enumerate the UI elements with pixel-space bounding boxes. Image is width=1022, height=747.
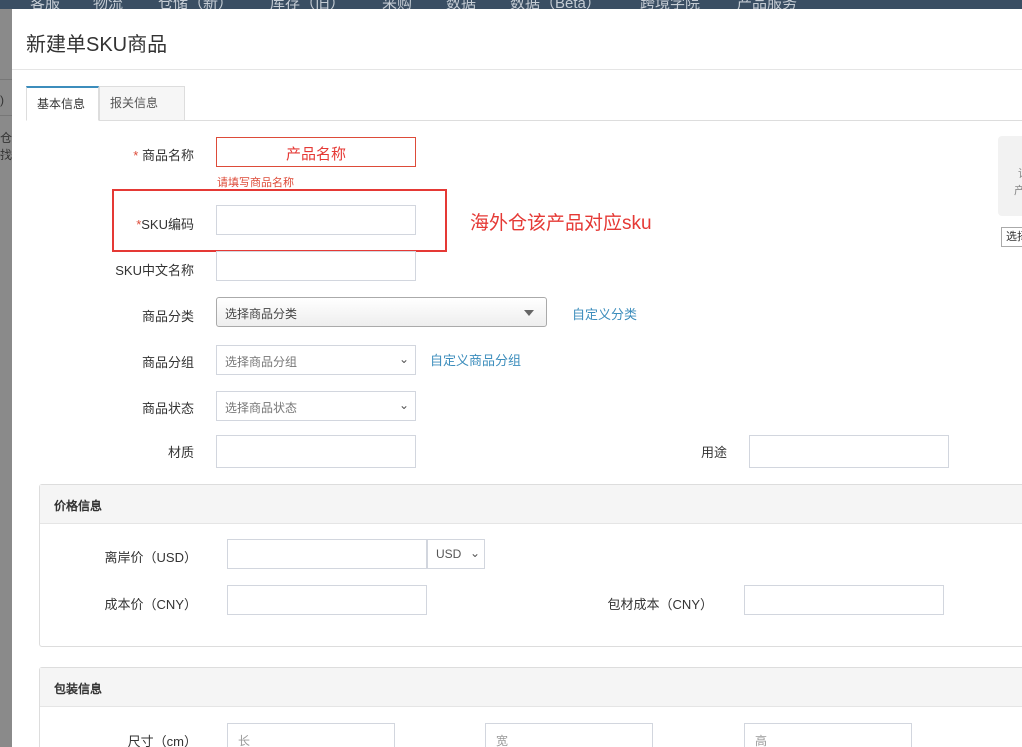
sku-cn-name-input[interactable] — [216, 251, 416, 281]
background-text-fragment: 仓找 — [0, 131, 13, 162]
currency-select[interactable]: USD ⌄ — [427, 539, 485, 569]
package-section: 包装信息 尺寸（cm） 长 宽 高 — [39, 667, 1022, 747]
offshore-price-label: 离岸价（USD） — [104, 550, 197, 565]
status-label: 商品状态 — [141, 401, 194, 416]
packing-cost-input[interactable] — [744, 585, 944, 615]
caret-down-icon — [524, 310, 534, 316]
sku-cn-name-label: SKU中文名称 — [115, 263, 194, 278]
chevron-down-icon: ⌄ — [398, 398, 409, 412]
height-input[interactable]: 高 — [744, 723, 912, 747]
custom-category-link[interactable]: 自定义分类 — [572, 304, 637, 323]
material-label: 材质 — [167, 445, 194, 460]
group-label: 商品分组 — [141, 355, 194, 370]
background-top-nav: 客服 物流 仓储（新） 库存（旧） 采购 数据 数据（Beta） 跨境学院 产品… — [0, 0, 1022, 9]
tab-basic-info[interactable]: 基本信息 — [26, 86, 99, 121]
product-name-label: * 商品名称 — [133, 148, 194, 163]
divider — [0, 115, 12, 116]
length-placeholder: 长 — [238, 734, 251, 747]
chevron-down-icon: ⌄ — [398, 352, 409, 366]
nav-item-product-service: 产品服务 — [737, 0, 798, 9]
currency-value: USD — [436, 547, 462, 561]
nav-item-data: 数据 — [446, 0, 477, 9]
product-name-error: 请填写商品名称 — [217, 177, 294, 189]
status-placeholder: 选择商品状态 — [225, 401, 298, 415]
nav-item-data-beta: 数据（Beta） — [510, 0, 601, 9]
chevron-down-icon: ⌄ — [469, 546, 480, 560]
usage-input[interactable] — [749, 435, 949, 468]
category-label: 商品分类 — [141, 309, 194, 324]
package-section-title: 包装信息 — [54, 682, 103, 696]
custom-group-link[interactable]: 自定义商品分组 — [430, 350, 521, 369]
nav-item-customer-service: 客服 — [30, 0, 61, 9]
status-select[interactable]: 选择商品状态 ⌄ — [216, 391, 416, 421]
width-input[interactable]: 宽 — [485, 723, 653, 747]
cost-price-input[interactable] — [227, 585, 427, 615]
modal-title: 新建单SKU商品 — [26, 34, 168, 56]
product-name-value: 产品名称 — [285, 146, 346, 163]
group-select[interactable]: 选择商品分组 ⌄ — [216, 345, 416, 375]
height-placeholder: 高 — [755, 734, 768, 747]
cost-price-label: 成本价（CNY） — [104, 597, 197, 612]
modal-header: 新建单SKU商品 — [12, 9, 1022, 70]
length-input[interactable]: 长 — [227, 723, 395, 747]
select-image-button[interactable]: 选择 — [1001, 227, 1022, 247]
nav-item-academy: 跨境学院 — [640, 0, 701, 9]
price-section: 价格信息 离岸价（USD） USD ⌄ 成本价（CNY） 包材成本（CNY） — [39, 484, 1022, 647]
category-select[interactable]: 选择商品分类 — [216, 297, 547, 327]
category-placeholder: 选择商品分类 — [225, 307, 298, 321]
price-section-header: 价格信息 — [40, 485, 1022, 524]
packing-cost-label: 包材成本（CNY） — [607, 597, 713, 612]
offshore-price-input[interactable] — [227, 539, 427, 569]
nav-item-inventory-old: 库存（旧） — [270, 0, 346, 9]
group-placeholder: 选择商品分组 — [225, 355, 298, 369]
usage-label: 用途 — [700, 445, 727, 460]
tab-customs-info[interactable]: 报关信息 — [99, 86, 185, 121]
size-label: 尺寸（cm） — [127, 734, 197, 747]
background-text-fragment: ) — [0, 93, 4, 107]
package-section-header: 包装信息 — [40, 668, 1022, 707]
nav-item-purchase: 采购 — [382, 0, 413, 9]
nav-item-warehouse-new: 仓储（新） — [158, 0, 234, 9]
divider — [0, 79, 12, 80]
card-text-fragment: 请 — [1018, 165, 1022, 181]
price-section-title: 价格信息 — [54, 499, 103, 513]
card-text-fragment: 产 — [1014, 185, 1022, 197]
sku-annotation: 海外仓该产品对应sku — [470, 213, 652, 234]
background-sidebar: ) 仓找 — [0, 9, 12, 747]
sku-highlight-box — [112, 189, 447, 252]
product-name-input[interactable]: 产品名称 — [216, 137, 416, 167]
divider — [0, 154, 12, 155]
tab-bar: 基本信息 报关信息 — [26, 86, 1022, 121]
new-sku-modal: 新建单SKU商品 基本信息 报关信息 * 商品名称 产品名称 请填写商品名称 *… — [12, 9, 1022, 747]
width-placeholder: 宽 — [496, 734, 509, 747]
nav-item-logistics: 物流 — [93, 0, 124, 9]
material-input[interactable] — [216, 435, 416, 468]
image-upload-card[interactable]: 请 产 — [998, 136, 1022, 216]
